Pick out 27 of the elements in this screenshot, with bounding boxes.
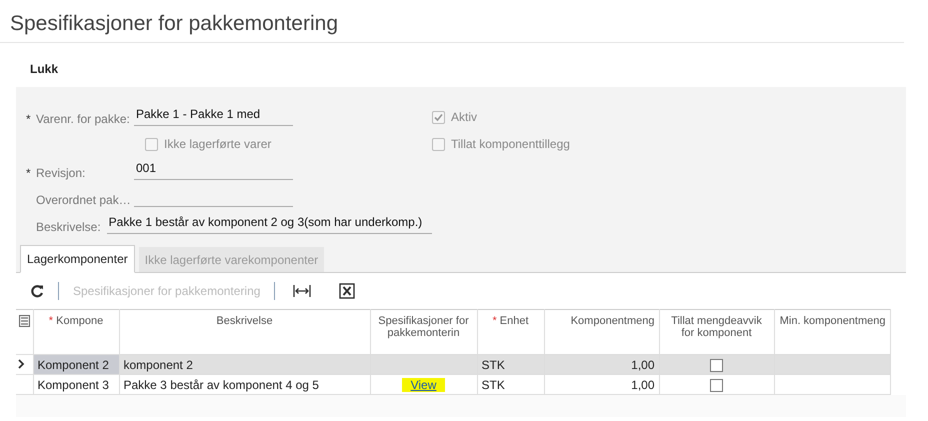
required-mark: * [26, 112, 32, 126]
checkbox-label: Tillat komponenttillegg [451, 137, 570, 151]
input-field[interactable]: 001 [134, 161, 293, 180]
checkbox-label: Aktiv [451, 110, 478, 124]
view-link[interactable]: View [402, 378, 446, 392]
column-chooser-icon[interactable] [18, 315, 30, 330]
page-title: Spesifikasjoner for pakkemontering [0, 0, 904, 43]
field-label: Overordnet pak… [36, 193, 131, 207]
table-cell: komponent 2 [119, 354, 370, 374]
field-label: Beskrivelse: [36, 220, 101, 234]
checkbox-label: Ikke lagerførte varer [164, 137, 272, 151]
close-button[interactable]: Lukk [30, 61, 58, 77]
column-header[interactable]: Beskrivelse [119, 310, 370, 354]
field-label: Revisjon: [36, 166, 86, 180]
checkbox[interactable] [710, 378, 723, 392]
table-cell: 1,00 [544, 354, 659, 374]
table-cell: STK [477, 354, 544, 374]
fit-columns-icon[interactable] [293, 285, 312, 297]
refresh-icon[interactable] [30, 284, 44, 298]
input-field[interactable]: Pakke 1 består av komponent 2 og 3(som har underkomp.) [106, 215, 432, 234]
input-field[interactable]: Pakke 1 - Pakke 1 med [134, 107, 293, 126]
required-mark: * [26, 166, 32, 180]
checkbox[interactable] [710, 358, 723, 372]
table-cell: Komponent 2 [33, 354, 119, 374]
tab[interactable]: Lagerkomponenter [20, 245, 135, 273]
field-label: Varenr. for pakke: [36, 112, 130, 126]
excel-icon[interactable] [339, 283, 356, 299]
